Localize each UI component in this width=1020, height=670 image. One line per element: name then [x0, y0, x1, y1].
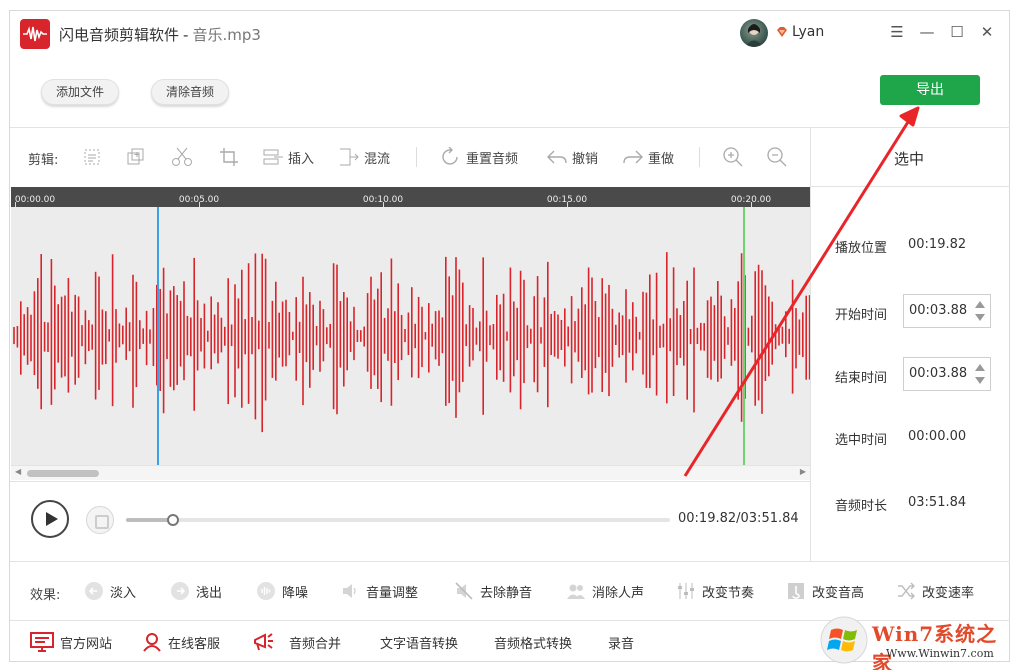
watermark-url: Www.Winwin7.com [886, 647, 994, 660]
watermark-brand: Win7系统之家 [872, 618, 1010, 670]
watermark: Win7系统之家 Www.Winwin7.com [820, 612, 1010, 664]
windows-logo-icon [820, 616, 868, 664]
annotation-arrow [0, 0, 1020, 670]
